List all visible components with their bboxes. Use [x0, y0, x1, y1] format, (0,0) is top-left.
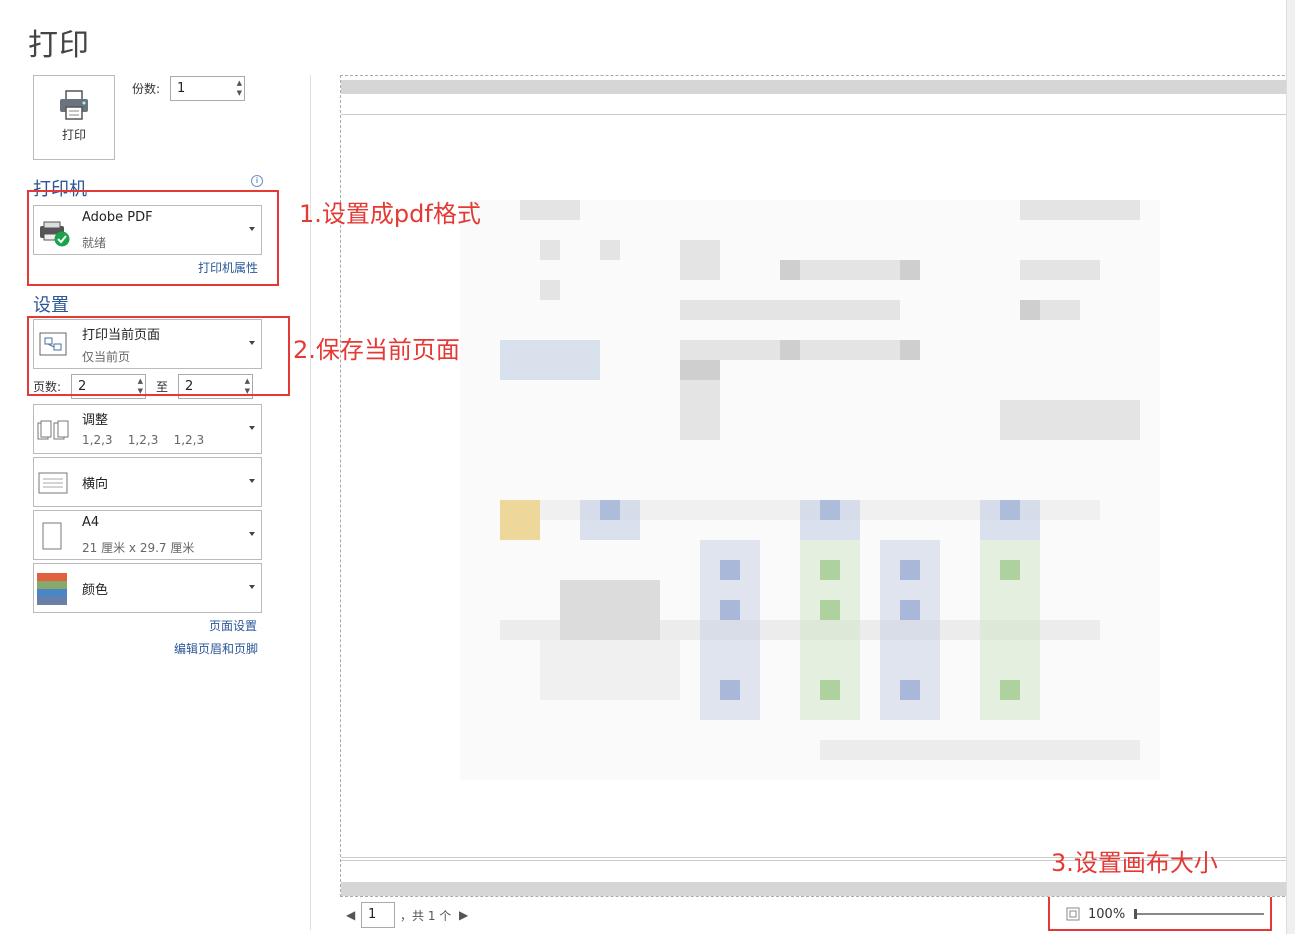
next-page-button[interactable]: ▶	[459, 908, 468, 922]
copies-input[interactable]: 1 ▲ ▼	[170, 76, 245, 101]
preview-blurred-content	[460, 200, 1160, 780]
collate-icon	[37, 420, 69, 440]
page-setup-link[interactable]: 页面设置	[209, 617, 257, 634]
page-title: 打印	[28, 28, 90, 63]
print-button-label: 打印	[61, 128, 86, 142]
chevron-down-icon	[249, 479, 255, 483]
orientation-dropdown[interactable]: 横向	[33, 457, 262, 507]
chevron-down-icon	[249, 585, 255, 589]
paper-size-sub: 21 厘米 x 29.7 厘米	[82, 541, 195, 555]
prev-page-button[interactable]: ◀	[346, 908, 355, 922]
window-edge	[1286, 0, 1295, 934]
color-dropdown[interactable]: 颜色	[33, 563, 262, 613]
print-button[interactable]: 打印	[33, 75, 115, 160]
color-swatch-icon	[37, 573, 67, 605]
copies-label: 份数:	[132, 82, 161, 96]
paper-icon	[42, 522, 62, 550]
orientation-main: 横向	[82, 477, 109, 492]
info-icon[interactable]: i	[251, 175, 263, 187]
chevron-down-icon	[249, 426, 255, 430]
preview-band-bottom	[341, 882, 1289, 896]
zoom-slider-thumb[interactable]	[1134, 909, 1137, 919]
zoom-slider[interactable]	[1134, 909, 1264, 919]
page-number-input[interactable]: 1	[361, 902, 395, 928]
zoom-to-page-icon[interactable]	[1066, 907, 1080, 921]
header-footer-link[interactable]: 编辑页眉和页脚	[174, 640, 258, 657]
settings-heading: 设置	[33, 295, 69, 316]
paper-size-main: A4	[82, 515, 100, 530]
preview-band-top	[341, 80, 1289, 94]
annotation-box-range	[27, 316, 290, 396]
page-number-value: 1	[368, 907, 377, 922]
zoom-level: 100%	[1088, 907, 1126, 922]
annotation-2: 2.保存当前页面	[293, 336, 460, 364]
annotation-box-printer	[27, 190, 279, 286]
collate-sub: 1,2,3 1,2,3 1,2,3	[82, 433, 205, 447]
annotation-3: 3.设置画布大小	[1051, 849, 1218, 877]
paper-size-dropdown[interactable]: A4 21 厘米 x 29.7 厘米	[33, 510, 262, 560]
annotation-1: 1.设置成pdf格式	[299, 200, 481, 228]
chevron-down-icon	[249, 532, 255, 536]
collate-dropdown[interactable]: 调整 1,2,3 1,2,3 1,2,3	[33, 404, 262, 454]
printer-icon	[60, 90, 88, 120]
color-main: 颜色	[82, 583, 109, 598]
copies-value: 1	[177, 81, 186, 96]
collate-main: 调整	[82, 413, 109, 428]
copies-stepper[interactable]: ▲ ▼	[237, 78, 242, 98]
landscape-page-icon	[38, 472, 68, 494]
page-total: ，共 1 个	[400, 909, 452, 923]
